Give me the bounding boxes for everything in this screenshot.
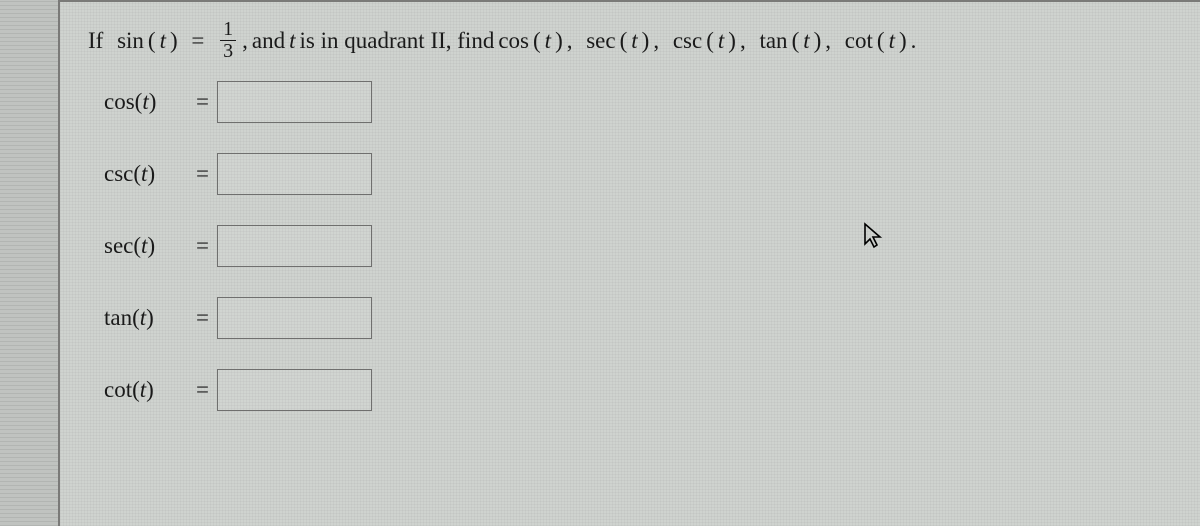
tan-fn: tan: [759, 25, 787, 57]
fraction-numerator: 1: [220, 19, 236, 40]
vt5: t: [889, 25, 895, 57]
lp3: (: [706, 25, 714, 57]
fraction-denominator: 3: [220, 40, 236, 62]
cos-fn-row: cos: [104, 89, 135, 114]
row-tan: tan(t) =: [104, 297, 1178, 339]
rp-cos: ): [149, 89, 157, 114]
row-cot: cot(t) =: [104, 369, 1178, 411]
if-word: If: [88, 25, 103, 57]
c2: ,: [653, 25, 659, 57]
lp-csc: (: [133, 161, 141, 186]
rp1: ): [555, 25, 563, 57]
vt3: t: [718, 25, 724, 57]
prompt-text-quadrant: is in quadrant II, find: [300, 25, 495, 57]
eq-cot: =: [196, 377, 209, 403]
vt1: t: [545, 25, 551, 57]
rp-tan: ): [146, 305, 154, 330]
question-prompt: If sin(t) = 1 3 , and t is in quadrant I…: [88, 20, 1178, 63]
var-t: t: [160, 25, 166, 57]
lp4: (: [792, 25, 800, 57]
vt2: t: [631, 25, 637, 57]
csc-input[interactable]: [217, 153, 372, 195]
rp4: ): [814, 25, 822, 57]
csc-fn-row: csc: [104, 161, 133, 186]
eq-cos: =: [196, 89, 209, 115]
fraction-one-third: 1 3: [220, 19, 236, 62]
sec-fn-row: sec: [104, 233, 133, 258]
eq-tan: =: [196, 305, 209, 331]
vt4: t: [803, 25, 809, 57]
sec-label: sec(t): [104, 233, 196, 259]
row-sec: sec(t) =: [104, 225, 1178, 267]
cot-fn-row: cot: [104, 377, 132, 402]
c4: ,: [825, 25, 831, 57]
cot-label: cot(t): [104, 377, 196, 403]
lparen: (: [148, 25, 156, 57]
row-csc: csc(t) =: [104, 153, 1178, 195]
row-cos: cos(t) =: [104, 81, 1178, 123]
eq-csc: =: [196, 161, 209, 187]
cos-input[interactable]: [217, 81, 372, 123]
lp1: (: [533, 25, 541, 57]
lp5: (: [877, 25, 885, 57]
c1: ,: [567, 25, 573, 57]
csc-fn: csc: [673, 25, 702, 57]
cos-label: cos(t): [104, 89, 196, 115]
csc-label: csc(t): [104, 161, 196, 187]
sec-input[interactable]: [217, 225, 372, 267]
notebook-spiral-edge: [0, 0, 58, 526]
sin-fn: sin: [117, 25, 144, 57]
tan-label: tan(t): [104, 305, 196, 331]
rp-sec: ): [147, 233, 155, 258]
lp-sec: (: [133, 233, 141, 258]
rp2: ): [642, 25, 650, 57]
rp-csc: ): [147, 161, 155, 186]
var-t-2: t: [289, 25, 295, 57]
rparen: ): [170, 25, 178, 57]
tan-fn-row: tan: [104, 305, 132, 330]
question-panel: If sin(t) = 1 3 , and t is in quadrant I…: [58, 0, 1200, 526]
sec-fn: sec: [586, 25, 615, 57]
eq-sec: =: [196, 233, 209, 259]
comma-1: ,: [242, 25, 248, 57]
c3: ,: [740, 25, 746, 57]
lp-cot: (: [132, 377, 140, 402]
eq-sign: =: [191, 25, 204, 57]
cot-fn: cot: [845, 25, 873, 57]
cos-fn: cos: [498, 25, 529, 57]
period: .: [911, 25, 917, 57]
tan-input[interactable]: [217, 297, 372, 339]
rp3: ): [728, 25, 736, 57]
cot-input[interactable]: [217, 369, 372, 411]
rp5: ): [899, 25, 907, 57]
prompt-text-and: and: [252, 25, 285, 57]
lp-tan: (: [132, 305, 140, 330]
rp-cot: ): [146, 377, 154, 402]
lp2: (: [620, 25, 628, 57]
